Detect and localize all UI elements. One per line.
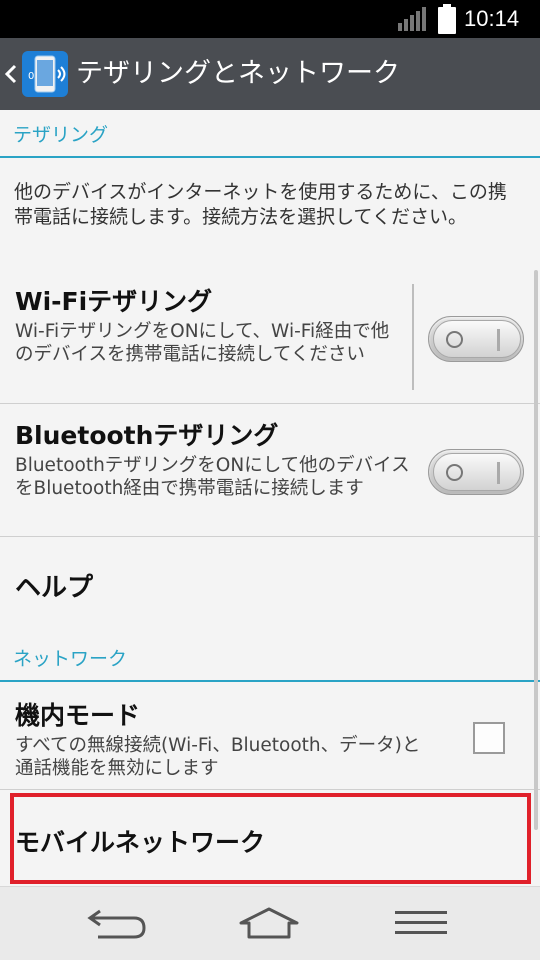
network-section-label: ネットワーク <box>13 648 128 670</box>
navigation-bar <box>0 886 540 960</box>
row-divider <box>0 789 540 790</box>
tethering-section-header: テザリング <box>0 110 540 158</box>
off-indicator-icon <box>446 464 463 481</box>
status-bar: 10:14 <box>0 0 540 38</box>
network-section-header: ネットワーク <box>0 634 540 682</box>
tethering-description: 他のデバイスがインターネットを使用するために、この携帯電話に接続します。接続方法… <box>14 181 507 228</box>
back-icon[interactable] <box>86 903 150 943</box>
bluetooth-tethering-title: Bluetoothテザリング <box>15 421 279 450</box>
signal-strength-icon <box>398 7 426 31</box>
highlight-box <box>10 793 531 884</box>
status-time: 10:14 <box>464 6 520 31</box>
tethering-app-icon[interactable]: 0 <box>22 51 68 97</box>
toggle-knob <box>433 320 521 358</box>
on-indicator-icon <box>497 329 500 351</box>
bluetooth-tethering-summary: BluetoothテザリングをONにして他のデバイスをBluetooth経由で携… <box>15 455 410 499</box>
wifi-tethering-title: Wi-Fiテザリング <box>15 287 213 316</box>
battery-icon <box>438 4 456 34</box>
section-divider <box>0 156 540 158</box>
toggle-knob <box>433 453 521 491</box>
off-indicator-icon <box>446 331 463 348</box>
on-indicator-icon <box>497 462 500 484</box>
scrollbar[interactable] <box>534 270 538 830</box>
airplane-mode-row[interactable]: 機内モード すべての無線接続(Wi-Fi、Bluetooth、データ)と通話機能… <box>0 682 540 790</box>
page-title: テザリングとネットワーク <box>76 58 400 89</box>
tethering-section-label: テザリング <box>13 124 109 146</box>
airplane-mode-title: 機内モード <box>15 701 141 730</box>
help-title: ヘルプ <box>15 573 94 603</box>
wifi-tethering-row[interactable]: Wi-Fiテザリング Wi-FiテザリングをONにして、Wi-Fi経由で他のデバ… <box>0 268 540 404</box>
bluetooth-tethering-row[interactable]: Bluetoothテザリング BluetoothテザリングをONにして他のデバイ… <box>0 404 540 537</box>
bluetooth-tethering-toggle[interactable] <box>428 449 524 495</box>
wifi-tethering-summary: Wi-FiテザリングをONにして、Wi-Fi経由で他のデバイスを携帯電話に接続し… <box>15 321 390 365</box>
airplane-mode-summary: すべての無線接続(Wi-Fi、Bluetooth、データ)と通話機能を無効にしま… <box>15 735 421 779</box>
wifi-tethering-toggle[interactable] <box>428 316 524 362</box>
menu-icon[interactable] <box>389 903 453 943</box>
row-separator <box>412 284 414 390</box>
action-bar: 0 テザリングとネットワーク <box>0 38 540 110</box>
svg-text:0: 0 <box>28 71 34 82</box>
help-row[interactable]: ヘルプ <box>0 537 540 632</box>
home-icon[interactable] <box>237 903 301 943</box>
airplane-mode-checkbox[interactable] <box>473 722 505 754</box>
back-chevron-icon[interactable] <box>4 58 18 90</box>
settings-list: テザリング 他のデバイスがインターネットを使用するために、この携帯電話に接続しま… <box>0 110 540 886</box>
